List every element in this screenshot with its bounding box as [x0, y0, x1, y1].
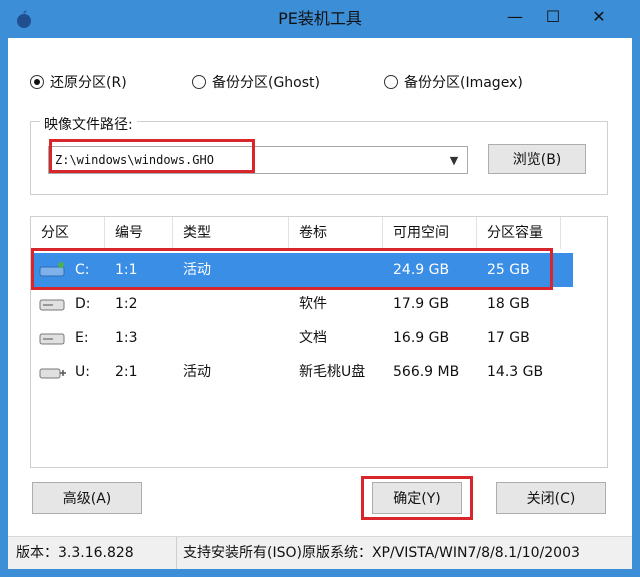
chevron-down-icon[interactable]: ▼ [445, 151, 463, 169]
radio-backup-imagex-label: 备份分区(Imagex) [404, 75, 523, 91]
row-number: 1:3 [115, 330, 138, 346]
row-volume: 新毛桃U盘 [299, 364, 366, 380]
row-drive: E: [75, 330, 89, 346]
table-row[interactable]: E: 1:3 文档 16.9 GB 17 GB [31, 321, 607, 355]
col-type[interactable]: 类型 [173, 217, 289, 249]
pe-installer-window: PE装机工具 — ☐ ✕ 还原分区(R) 备份分区(Ghost) 备份分区(Im… [0, 0, 640, 577]
radio-backup-imagex[interactable]: 备份分区(Imagex) [384, 72, 523, 92]
close-button[interactable]: 关闭(C) [496, 482, 606, 514]
table-header: 分区 编号 类型 卷标 可用空间 分区容量 [31, 217, 607, 249]
col-partition[interactable]: 分区 [31, 217, 105, 249]
title-bar[interactable]: PE装机工具 — ☐ ✕ [0, 0, 640, 38]
table-row[interactable]: D: 1:2 软件 17.9 GB 18 GB [31, 287, 607, 321]
ok-button[interactable]: 确定(Y) [372, 482, 462, 514]
radio-restore-label: 还原分区(R) [50, 75, 127, 91]
col-volume[interactable]: 卷标 [289, 217, 383, 249]
row-free: 566.9 MB [393, 364, 460, 380]
hard-drive-icon [39, 299, 65, 311]
row-drive: D: [75, 296, 91, 312]
row-type [173, 287, 183, 321]
advanced-button[interactable]: 高级(A) [32, 482, 142, 514]
dialog-client: 还原分区(R) 备份分区(Ghost) 备份分区(Imagex) 映像文件路径:… [8, 38, 632, 569]
row-type [173, 321, 183, 355]
close-window-button[interactable]: ✕ [584, 4, 614, 28]
radio-backup-imagex-dot[interactable] [384, 75, 398, 89]
radio-backup-ghost-label: 备份分区(Ghost) [212, 75, 320, 91]
row-volume: 文档 [299, 330, 327, 346]
col-capacity[interactable]: 分区容量 [477, 217, 561, 249]
minimize-button[interactable]: — [500, 4, 530, 28]
row-number: 2:1 [115, 364, 138, 380]
row-number: 1:2 [115, 296, 138, 312]
row-type: 活动 [183, 364, 211, 380]
status-bar: 版本：3.3.16.828 支持安装所有(ISO)原版系统：XP/VISTA/W… [8, 536, 632, 569]
radio-backup-ghost[interactable]: 备份分区(Ghost) [192, 72, 320, 92]
image-path-label: 映像文件路径: [40, 114, 137, 134]
radio-backup-ghost-dot[interactable] [192, 75, 206, 89]
browse-button[interactable]: 浏览(B) [488, 144, 586, 174]
table-row[interactable]: U: 2:1 活动 新毛桃U盘 566.9 MB 14.3 GB [31, 355, 607, 389]
maximize-button[interactable]: ☐ [538, 4, 568, 28]
support-text: 支持安装所有(ISO)原版系统：XP/VISTA/WIN7/8/8.1/10/2… [176, 537, 632, 569]
hard-drive-icon [39, 333, 65, 345]
row-highlight-box [31, 248, 553, 290]
row-free: 16.9 GB [393, 330, 450, 346]
row-free: 17.9 GB [393, 296, 450, 312]
row-size: 18 GB [487, 296, 530, 312]
row-size: 17 GB [487, 330, 530, 346]
path-highlight-box [49, 139, 255, 173]
radio-restore[interactable]: 还原分区(R) [30, 72, 127, 92]
usb-drive-icon [39, 368, 66, 379]
row-size: 14.3 GB [487, 364, 544, 380]
col-number[interactable]: 编号 [105, 217, 173, 249]
row-volume: 软件 [299, 296, 327, 312]
row-drive: U: [75, 364, 90, 380]
version-text: 版本：3.3.16.828 [16, 545, 134, 561]
radio-restore-dot[interactable] [30, 75, 44, 89]
col-free-space[interactable]: 可用空间 [383, 217, 477, 249]
